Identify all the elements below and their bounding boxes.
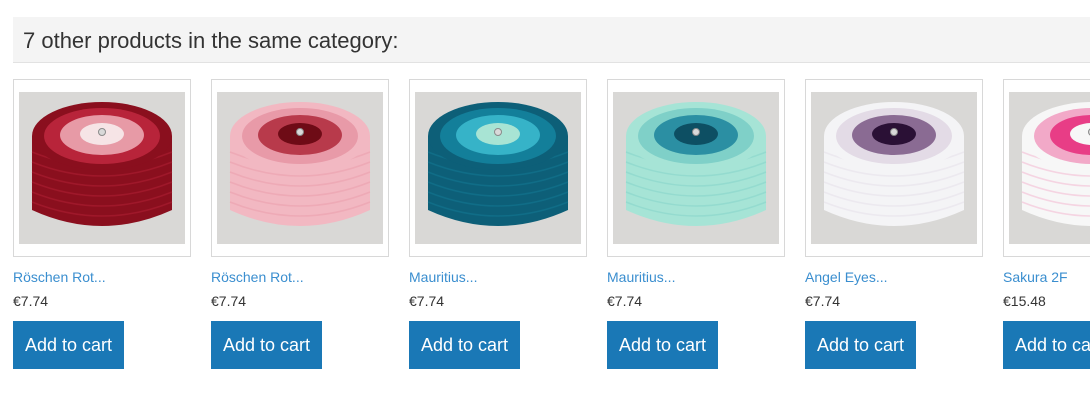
section-header: 7 other products in the same category: bbox=[13, 17, 1090, 63]
product-card: Mauritius... €7.74 Add to cart bbox=[409, 79, 587, 379]
product-thumbnail-link[interactable] bbox=[607, 79, 785, 257]
product-price: €7.74 bbox=[13, 293, 49, 309]
product-name-link[interactable]: Angel Eyes... bbox=[805, 269, 888, 285]
product-thumbnail-link[interactable] bbox=[13, 79, 191, 257]
add-to-cart-button[interactable]: Add to cart bbox=[607, 321, 718, 369]
product-thumbnail-link[interactable] bbox=[211, 79, 389, 257]
product-card: Sakura 2F €15.48 Add to cart bbox=[1003, 79, 1090, 379]
product-price: €7.74 bbox=[211, 293, 247, 309]
page: 7 other products in the same category: R… bbox=[0, 0, 1090, 418]
yarn-cake-image bbox=[1009, 92, 1090, 244]
product-name-link[interactable]: Sakura 2F bbox=[1003, 269, 1068, 285]
product-card: Angel Eyes... €7.74 Add to cart bbox=[805, 79, 983, 379]
product-card: Mauritius... €7.74 Add to cart bbox=[607, 79, 785, 379]
product-thumbnail-link[interactable] bbox=[805, 79, 983, 257]
add-to-cart-button[interactable]: Add to cart bbox=[805, 321, 916, 369]
add-to-cart-button[interactable]: Add to cart bbox=[211, 321, 322, 369]
product-card: Röschen Rot... €7.74 Add to cart bbox=[211, 79, 389, 379]
add-to-cart-button[interactable]: Add to cart bbox=[1003, 321, 1090, 369]
product-thumbnail-link[interactable] bbox=[409, 79, 587, 257]
yarn-cake-image bbox=[811, 92, 977, 244]
yarn-cake-image bbox=[19, 92, 185, 244]
product-name-link[interactable]: Mauritius... bbox=[607, 269, 675, 285]
add-to-cart-button[interactable]: Add to cart bbox=[13, 321, 124, 369]
section-title: 7 other products in the same category: bbox=[23, 28, 399, 53]
product-card: Röschen Rot... €7.74 Add to cart bbox=[13, 79, 191, 379]
add-to-cart-button[interactable]: Add to cart bbox=[409, 321, 520, 369]
product-name-link[interactable]: Röschen Rot... bbox=[13, 269, 106, 285]
yarn-cake-image bbox=[415, 92, 581, 244]
product-price: €15.48 bbox=[1003, 293, 1046, 309]
product-price: €7.74 bbox=[805, 293, 841, 309]
product-name-link[interactable]: Mauritius... bbox=[409, 269, 477, 285]
yarn-cake-image bbox=[613, 92, 779, 244]
product-price: €7.74 bbox=[409, 293, 445, 309]
yarn-cake-image bbox=[217, 92, 383, 244]
product-list: Röschen Rot... €7.74 Add to cart Röschen… bbox=[13, 79, 1090, 389]
product-price: €7.74 bbox=[607, 293, 643, 309]
product-thumbnail-link[interactable] bbox=[1003, 79, 1090, 257]
product-name-link[interactable]: Röschen Rot... bbox=[211, 269, 304, 285]
